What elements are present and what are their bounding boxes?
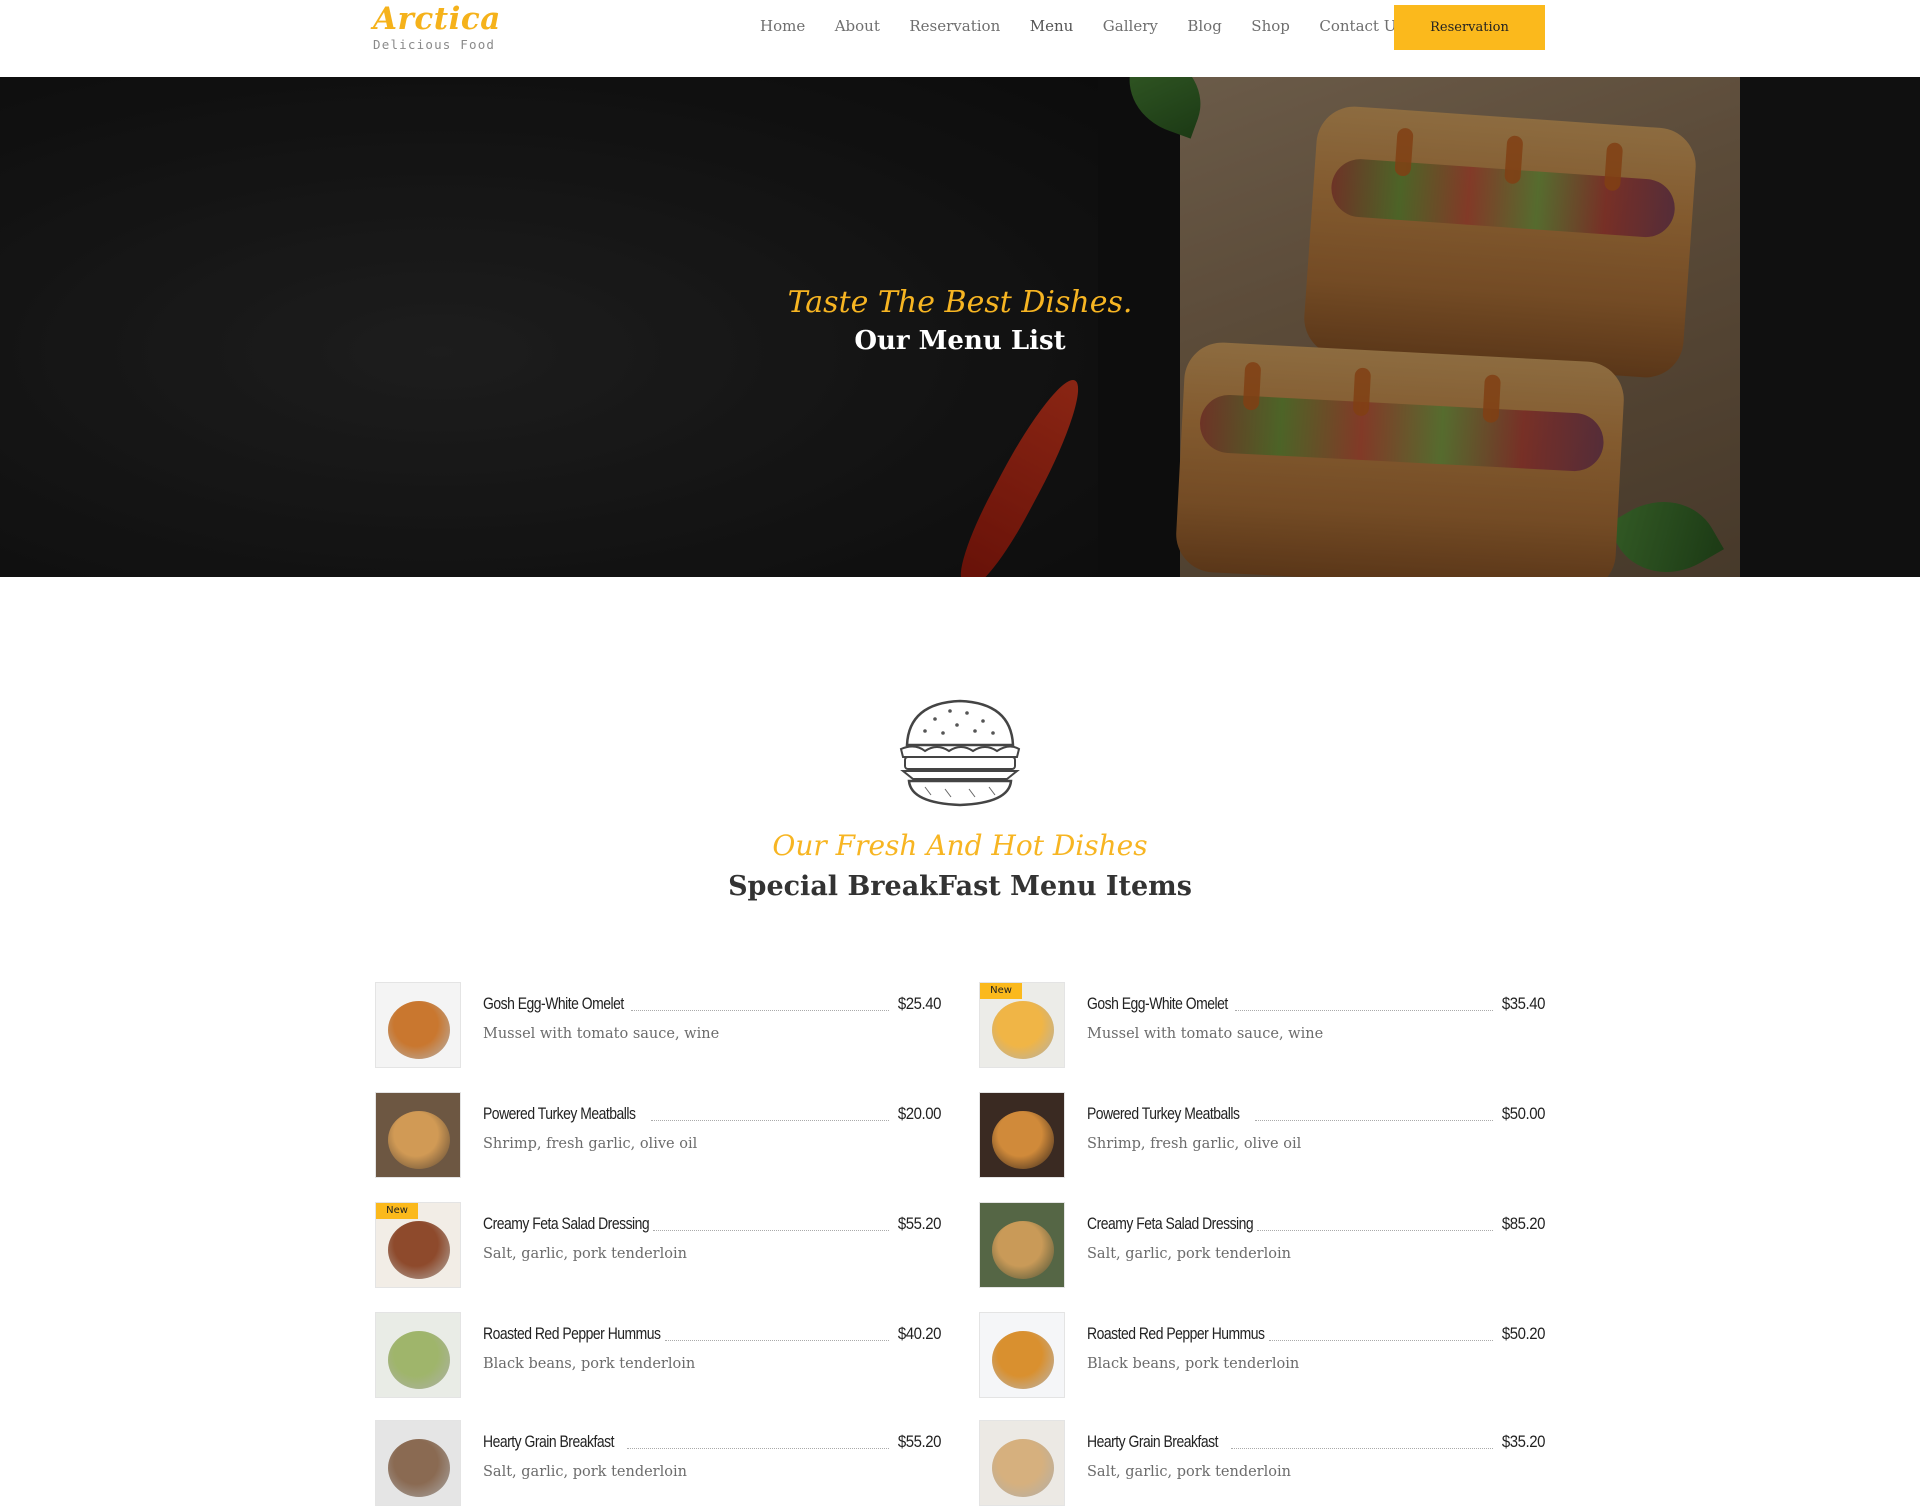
menu-item-price: $20.00 (897, 1104, 942, 1123)
menu-item-photo[interactable] (375, 982, 461, 1068)
menu-item-description: Black beans, pork tenderloin (483, 1356, 696, 1372)
food-image (388, 1331, 450, 1389)
menu-item-description: Shrimp, fresh garlic, olive oil (1087, 1136, 1302, 1152)
menu-item[interactable]: Hearty Grain Breakfast $35.20 Salt, garlic… (977, 1418, 1545, 1508)
menu-item-description: Black beans, pork tenderloin (1087, 1356, 1300, 1372)
section-subtitle: Our Fresh And Hot Dishes (772, 829, 1148, 862)
dotted-leader (1257, 1230, 1493, 1231)
nav-item-menu[interactable]: Menu (1030, 14, 1074, 38)
menu-item-photo[interactable] (375, 1092, 461, 1178)
burger-icon (899, 699, 1021, 807)
dotted-leader (651, 1120, 889, 1121)
logo[interactable]: Arctica Delicious Food (373, 0, 501, 52)
menu-item-photo[interactable] (979, 1420, 1065, 1506)
reservation-button[interactable]: Reservation (1394, 5, 1545, 50)
hero-title: Our Menu List (854, 326, 1066, 356)
menu-item-photo[interactable] (979, 1092, 1065, 1178)
dotted-leader (653, 1230, 889, 1231)
menu-item[interactable]: Roasted Red Pepper Hummus $40.20 Black bea… (373, 1310, 941, 1400)
menu-item-photo[interactable]: New (375, 1202, 461, 1288)
menu-item-name[interactable]: Creamy Feta Salad Dressing (483, 1214, 650, 1234)
menu-item-photo[interactable]: New (979, 982, 1065, 1068)
menu-item-description: Salt, garlic, pork tenderloin (1087, 1246, 1291, 1262)
dotted-leader (627, 1448, 889, 1449)
menu-item-name[interactable]: Gosh Egg-White Omelet (483, 994, 624, 1014)
food-image (992, 1001, 1054, 1059)
new-badge: New (980, 983, 1022, 999)
menu-item-description: Shrimp, fresh garlic, olive oil (483, 1136, 698, 1152)
menu-item-description: Mussel with tomato sauce, wine (1087, 1026, 1324, 1042)
menu-item[interactable]: New Creamy Feta Salad Dressing $55.20 Salt,… (373, 1200, 941, 1290)
menu-item-price: $25.40 (897, 994, 942, 1013)
menu-item-description: Mussel with tomato sauce, wine (483, 1026, 720, 1042)
nav-item-contact[interactable]: Contact Us (1319, 14, 1404, 38)
menu-item-price: $55.20 (897, 1432, 942, 1451)
nav-item-reservation[interactable]: Reservation (909, 14, 1000, 38)
menu-item[interactable]: Creamy Feta Salad Dressing $85.20 Salt, ga… (977, 1200, 1545, 1290)
nav-item-gallery[interactable]: Gallery (1103, 14, 1158, 38)
logo-title: Arctica (373, 1, 501, 37)
menu-item-photo[interactable] (375, 1312, 461, 1398)
food-image (388, 1001, 450, 1059)
menu-item-name[interactable]: Creamy Feta Salad Dressing (1087, 1214, 1254, 1234)
nav-item-home[interactable]: Home (760, 14, 805, 38)
menu-item-name[interactable]: Powered Turkey Meatballs (1087, 1104, 1240, 1124)
dotted-leader (1235, 1010, 1493, 1011)
food-image (992, 1221, 1054, 1279)
logo-tagline: Delicious Food (373, 37, 496, 52)
menu-item-photo[interactable] (979, 1202, 1065, 1288)
menu-item-price: $35.20 (1501, 1432, 1546, 1451)
food-image (388, 1111, 450, 1169)
menu-item-price: $85.20 (1501, 1214, 1546, 1233)
dotted-leader (1231, 1448, 1493, 1449)
site-header: Arctica Delicious Food Home About Reserv… (0, 0, 1920, 77)
menu-item-description: Salt, garlic, pork tenderloin (483, 1464, 687, 1480)
menu-item[interactable]: Hearty Grain Breakfast $55.20 Salt, garlic… (373, 1418, 941, 1508)
dotted-leader (1255, 1120, 1493, 1121)
food-image (992, 1331, 1054, 1389)
nav-item-about[interactable]: About (835, 14, 880, 38)
menu-item-name[interactable]: Gosh Egg-White Omelet (1087, 994, 1228, 1014)
dotted-leader (665, 1340, 889, 1341)
menu-item-name[interactable]: Roasted Red Pepper Hummus (1087, 1324, 1265, 1344)
menu-item[interactable]: Powered Turkey Meatballs $20.00 Shrimp, fr… (373, 1090, 941, 1180)
menu-item-price: $40.20 (897, 1324, 942, 1343)
menu-item-description: Salt, garlic, pork tenderloin (483, 1246, 687, 1262)
nav-item-blog[interactable]: Blog (1187, 14, 1221, 38)
menu-item-price: $35.40 (1501, 994, 1546, 1013)
new-badge: New (376, 1203, 418, 1219)
menu-item[interactable]: Roasted Red Pepper Hummus $50.20 Black bea… (977, 1310, 1545, 1400)
hero-subtitle: Taste The Best Dishes. (787, 285, 1133, 320)
menu-item-price: $50.20 (1501, 1324, 1546, 1343)
food-image (992, 1439, 1054, 1497)
main-nav: Home About Reservation Menu Gallery Blog… (760, 14, 1434, 38)
nav-item-shop[interactable]: Shop (1251, 14, 1290, 38)
dotted-leader (631, 1010, 889, 1011)
menu-item-price: $55.20 (897, 1214, 942, 1233)
menu-item-description: Salt, garlic, pork tenderloin (1087, 1464, 1291, 1480)
dotted-leader (1269, 1340, 1493, 1341)
menu-item-price: $50.00 (1501, 1104, 1546, 1123)
menu-item-name[interactable]: Roasted Red Pepper Hummus (483, 1324, 661, 1344)
menu-item-name[interactable]: Powered Turkey Meatballs (483, 1104, 636, 1124)
section-title: Special BreakFast Menu Items (728, 871, 1192, 902)
food-image (388, 1221, 450, 1279)
food-image (992, 1111, 1054, 1169)
food-image (388, 1439, 450, 1497)
menu-item-photo[interactable] (979, 1312, 1065, 1398)
menu-item-name[interactable]: Hearty Grain Breakfast (483, 1432, 614, 1452)
menu-item-name[interactable]: Hearty Grain Breakfast (1087, 1432, 1218, 1452)
hero-banner: Taste The Best Dishes. Our Menu List (0, 77, 1920, 577)
menu-item[interactable]: Powered Turkey Meatballs $50.00 Shrimp, fr… (977, 1090, 1545, 1180)
menu-item[interactable]: New Gosh Egg-White Omelet $35.40 Mussel wit… (977, 980, 1545, 1070)
menu-item-photo[interactable] (375, 1420, 461, 1506)
menu-item[interactable]: Gosh Egg-White Omelet $25.40 Mussel with t… (373, 980, 941, 1070)
